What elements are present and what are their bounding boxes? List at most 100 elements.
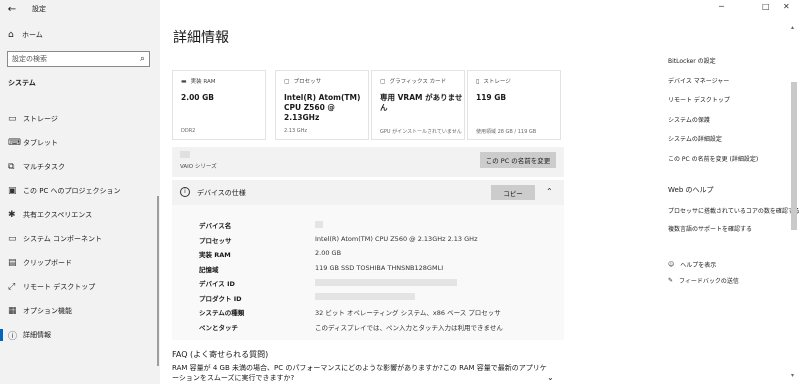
device-spec-body: デバイス名プロセッサ Intel(R) Atom(TM) CPU Z560 @ 2… [172,205,564,340]
card-title: プロセッサ [293,79,322,85]
copy-button[interactable]: コピー [491,185,535,200]
sidebar-item[interactable]: ▣ この PC へのプロジェクション [0,179,160,203]
card-value: 2.00 GB [181,93,214,102]
card-subtext: 使用領域 28 GB / 119 GB [476,129,537,135]
spec-value-redacted [315,278,457,286]
series-label: VAIO シリーズ [180,164,217,170]
remote-icon: ⤢ [8,282,16,292]
web-help-link[interactable]: プロセッサに搭載されているコアの数を確認する [668,206,800,215]
sidebar-item-label: タブレット [23,139,58,147]
clipboard-icon: ▤ [8,258,17,268]
related-link[interactable]: BitLocker の設定 [668,56,716,65]
sidebar-scrollbar[interactable] [157,196,159,366]
device-spec-title: デバイスの仕様 [197,189,246,197]
spec-value: Intel(R) Atom(TM) CPU Z560 @ 2.13GHz 2.1… [315,234,478,243]
minimize-icon[interactable]: ─ [719,2,724,11]
spec-card: ▢ グラフィックス カード 専用 VRAM がありません GPU がインストールされて… [371,70,465,140]
spec-key: プロセッサ [199,236,232,245]
spec-value-redacted [315,220,323,228]
scroll-down-icon[interactable]: ▾ [791,372,794,379]
back-arrow-icon[interactable]: ← [0,0,24,18]
home-icon: ⌂ [8,30,14,40]
device-spec-header[interactable]: i デバイスの仕様 コピー ⌃ [172,180,564,205]
storage-card-icon: ▯ [476,77,480,85]
search-input[interactable]: 設定の検索 ⌕ [7,51,150,67]
card-subtext: 2.13 GHz [284,128,307,134]
chevron-up-icon[interactable]: ⌃ [546,187,553,196]
spec-value: 119 GB SSD TOSHIBA THNSNB128GMLI [315,263,444,272]
spec-value: 2.00 GB [315,249,342,257]
web-help-link[interactable]: 複数言語のサポートを確認する [668,224,752,233]
sidebar-item[interactable]: ⓘ 詳細情報 [0,323,160,347]
sidebar-item[interactable]: ⧉ マルチタスク [0,155,160,179]
related-link[interactable]: システムの詳細設定 [668,134,722,143]
optional-features-icon: ▦ [8,306,17,316]
components-icon: ▭ [8,234,17,244]
spec-card: ▢ プロセッサ Intel(R) Atom(TM) CPU Z560 @ 2.13G… [275,70,369,140]
close-icon[interactable]: ✕ [783,2,790,11]
card-header: ▢ グラフィックス カード [380,77,447,86]
pc-name-bar: VAIO シリーズ この PC の名前を変更 [172,147,564,177]
spec-value: 32 ビット オペレーティング システム、x86 ベース プロセッサ [315,309,501,317]
home-label: ホーム [22,31,43,39]
help-icon: ☺ [668,261,675,268]
multitask-icon: ⧉ [8,162,15,172]
related-link[interactable]: リモート デスクトップ [668,95,730,104]
page-title: 詳細情報 [173,30,229,46]
related-link[interactable]: デバイス マネージャー [668,76,729,85]
related-link[interactable]: この PC の名前を変更 (詳細設定) [668,154,758,163]
rename-pc-button[interactable]: この PC の名前を変更 [480,152,556,168]
sidebar-item[interactable]: ▦ オプション機能 [0,299,160,323]
card-title: ストレージ [483,79,511,85]
projection-icon: ▣ [8,186,17,196]
sidebar-item-label: マルチタスク [23,163,65,171]
sidebar-item[interactable]: ▭ ストレージ [0,107,160,131]
scroll-up-icon[interactable]: ▴ [791,24,794,31]
spec-key: デバイス ID [199,280,235,288]
sidebar-item[interactable]: ⤢ リモート デスクトップ [0,275,160,299]
app-title: 設定 [32,5,46,13]
sidebar-item-label: 共有エクスペリエンス [23,211,93,219]
storage-icon: ▭ [8,114,17,124]
search-placeholder: 設定の検索 [12,55,47,63]
sidebar-item[interactable]: ▭ システム コンポーネント [0,227,160,251]
card-title: グラフィックス カード [389,79,447,85]
home-link[interactable]: ⌂ ホーム [0,26,160,44]
feedback-link[interactable]: ✎ フィードバックの送信 [668,276,739,285]
spec-key: デバイス名 [199,222,232,230]
tablet-icon: ⌨ [8,138,21,148]
related-link[interactable]: システムの保護 [668,115,710,124]
sidebar-item[interactable]: ▤ クリップボード [0,251,160,275]
spec-key: プロダクト ID [199,294,242,303]
title-bar: ← 設定 [0,0,160,18]
processor-icon: ▢ [284,77,290,85]
web-help-title: Web のヘルプ [668,186,714,194]
spec-key: 実装 RAM [199,251,231,259]
sidebar-item-label: クリップボード [23,259,72,267]
search-icon[interactable]: ⌕ [140,54,145,64]
main-scrollbar[interactable] [791,82,797,230]
maximize-icon[interactable]: □ [762,2,770,11]
get-help-link[interactable]: ☺ ヘルプを表示 [668,260,716,269]
spec-key: ペンとタッチ [199,323,238,332]
sidebar-item-label: リモート デスクトップ [23,283,96,291]
sidebar-item-label: ストレージ [23,115,58,123]
spec-card: ▬ 実装 RAM 2.00 GB DDR2 [172,70,266,140]
info-icon: ⓘ [8,331,18,342]
spec-value-redacted [315,293,415,301]
spec-key: システムの種類 [199,309,245,317]
card-subtext: GPU がインストールされていません [380,129,462,135]
card-header: ▬ 実装 RAM [181,77,216,86]
pc-name-redacted [180,151,190,158]
chevron-down-icon[interactable]: ⌄ [547,373,554,382]
sidebar: ← 設定 ⌂ ホーム 設定の検索 ⌕ システム ▭ ストレージ ⌨ タブレット ⧉ マルチ… [0,0,160,384]
sidebar-item[interactable]: ⌨ タブレット [0,131,160,155]
card-value: 119 GB [476,93,507,102]
info-icon: i [180,187,190,197]
sidebar-item[interactable]: ✱ 共有エクスペリエンス [0,203,160,227]
faq-question[interactable]: RAM 容量が 4 GB 未満の場合、PC のパフォーマンスにどのような影響があ… [172,363,552,383]
graphics-icon: ▢ [380,77,386,85]
feedback-label: フィードバックの送信 [679,278,739,285]
spec-key: 記憶域 [199,265,219,274]
sidebar-item-label: 詳細情報 [23,331,51,339]
